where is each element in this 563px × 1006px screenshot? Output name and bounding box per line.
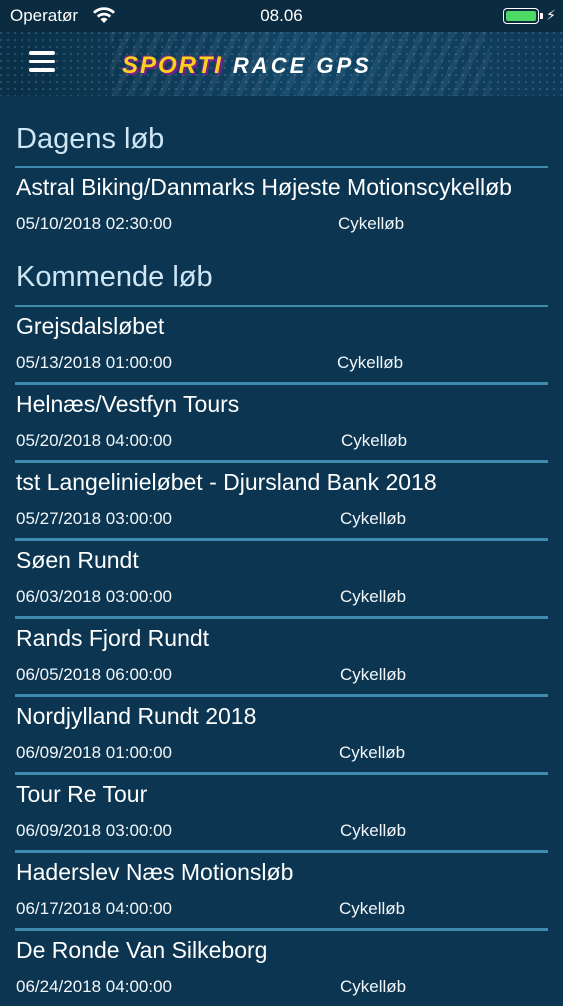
menu-line [29,59,55,63]
race-type: Cykelløb [340,821,407,840]
race-type: Cykelløb [339,743,406,762]
race-name: Nordjylland Rundt 2018 [16,703,257,729]
race-row[interactable]: Tour Re Tour 06/09/2018 03:00:00 Cykelløb [16,775,548,850]
upcoming-races: Grejsdalsløbet 05/13/2018 01:00:00 Cykellø… [0,307,563,1006]
logo-race-gps: RACE GPS [232,53,372,78]
race-row[interactable]: Helnæs/Vestfyn Tours 05/20/2018 04:00:00 C… [16,385,548,460]
hamburger-menu-icon[interactable] [29,51,55,73]
race-row[interactable]: tst Langelinieløbet - Djursland Bank 201… [16,463,548,538]
race-type: Cykelløb [338,214,405,233]
race-name: Tour Re Tour [16,781,148,807]
race-name: Helnæs/Vestfyn Tours [16,391,240,417]
race-date: 05/27/2018 03:00:00 [16,509,172,528]
race-date: 06/05/2018 06:00:00 [16,665,172,684]
race-name: Søen Rundt [16,547,139,573]
race-date: 06/03/2018 03:00:00 [16,587,172,606]
race-date: 06/09/2018 01:00:00 [16,743,172,762]
race-name: Astral Biking/Danmarks Højeste Motionscy… [16,174,512,200]
menu-line [29,68,55,72]
race-row[interactable]: Haderslev Næs Motionsløb 06/17/2018 04:00… [16,853,548,928]
race-name: tst Langelinieløbet - Djursland Bank 201… [16,469,437,495]
clock: 08.06 [260,6,303,25]
race-name: Rands Fjord Rundt [16,625,210,651]
race-row[interactable]: Søen Rundt 06/03/2018 03:00:00 Cykelløb [16,541,548,616]
battery-tip [540,13,543,19]
race-row[interactable]: De Ronde Van Silkeborg 06/24/2018 04:00:0… [16,931,548,1006]
race-name: Grejsdalsløbet [16,313,165,339]
battery-icon [503,8,539,24]
race-date: 06/17/2018 04:00:00 [16,899,172,918]
race-type: Cykelløb [339,899,406,918]
race-type: Cykelløb [341,431,408,450]
menu-line [29,51,55,55]
race-list: Dagens løb Astral Biking/Danmarks Højest… [0,96,563,1006]
race-date: 06/24/2018 04:00:00 [16,977,172,996]
charging-bolt-icon: ⚡ [546,7,556,23]
race-type: Cykelløb [337,353,404,372]
race-type: Cykelløb [340,587,407,606]
race-row[interactable]: Grejsdalsløbet 05/13/2018 01:00:00 Cykellø… [16,307,548,382]
race-date: 06/09/2018 03:00:00 [16,821,172,840]
race-type: Cykelløb [340,665,407,684]
battery-level [506,11,536,21]
race-date: 05/13/2018 01:00:00 [16,353,172,372]
race-date: 05/10/2018 02:30:00 [16,214,172,233]
race-type: Cykelløb [340,509,407,528]
app-logo: SPORTI RACE GPS [122,52,452,79]
race-row[interactable]: Astral Biking/Danmarks Højeste Motionscy… [16,168,548,243]
race-name: De Ronde Van Silkeborg [16,937,268,963]
race-row[interactable]: Nordjylland Rundt 2018 06/09/2018 01:00:0… [16,697,548,772]
race-type: Cykelløb [340,977,407,996]
today-races: Astral Biking/Danmarks Højeste Motionscy… [0,168,563,243]
section-title-upcoming: Kommende løb [16,261,213,293]
logo-sporti: SPORTI [122,52,223,79]
section-title-today: Dagens løb [16,123,165,155]
race-date: 05/20/2018 04:00:00 [16,431,172,450]
race-name: Haderslev Næs Motionsløb [16,859,294,885]
status-bar: Operatør 08.06 ⚡ [0,0,563,32]
race-row[interactable]: Rands Fjord Rundt 06/05/2018 06:00:00 Cyke… [16,619,548,694]
